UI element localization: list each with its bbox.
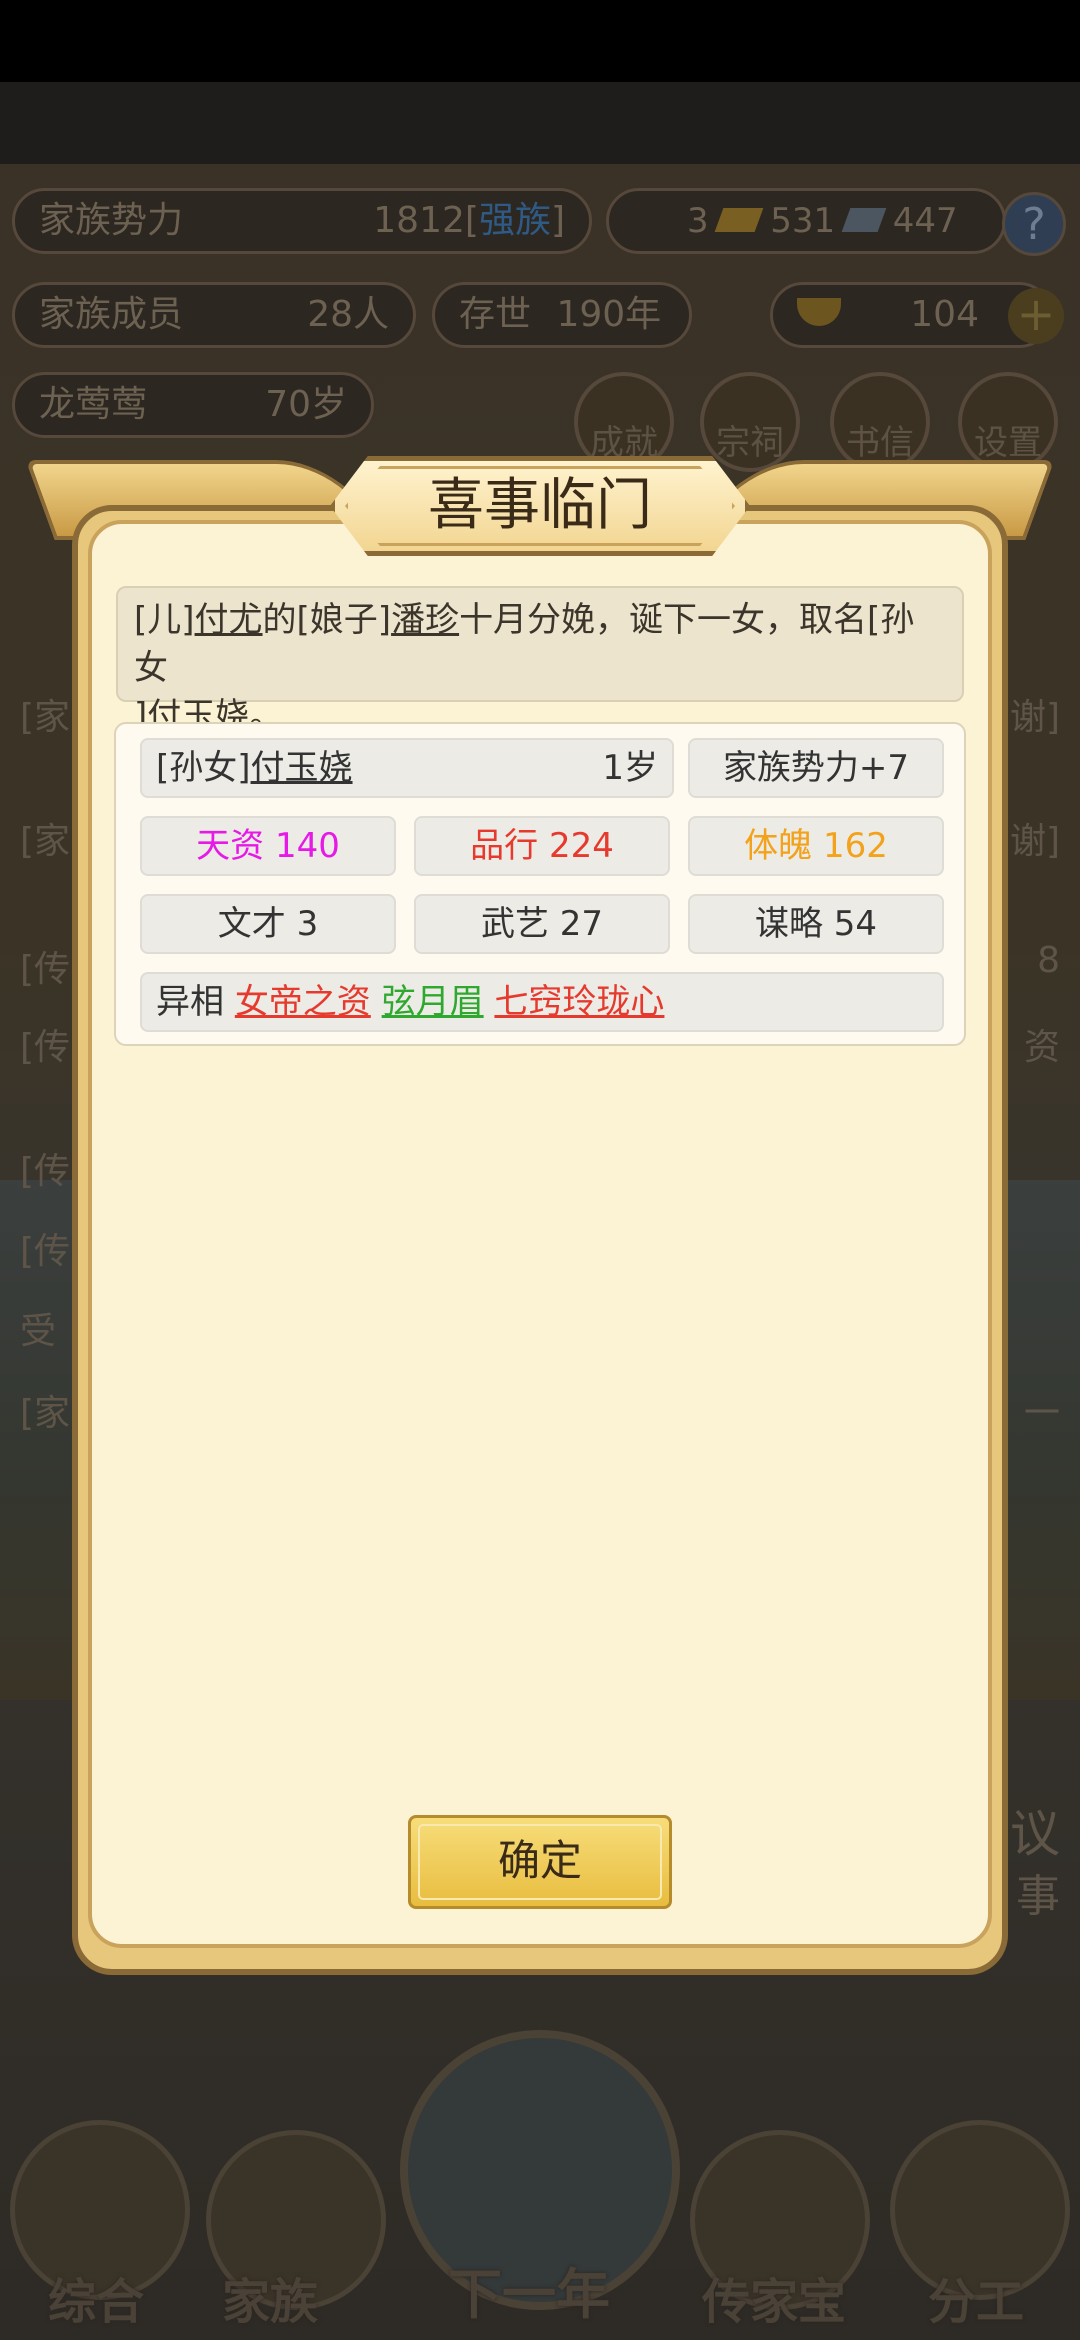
nav-heirloom-label: 传家宝 [702,2274,847,2330]
leader-name: 龙莺莺 [39,384,148,425]
child-relation: [孙女] [156,748,251,788]
traits-label: 异相 [156,982,224,1022]
child-name: 付玉娆 [250,748,353,788]
child-name-cell[interactable]: [孙女]付玉娆 1岁 [140,738,674,798]
resources-panel[interactable]: 3 531 447 [606,188,1006,254]
traits-row: 异相 女帝之资 弦月眉 七窍玲珑心 [140,972,944,1032]
father-name-link[interactable]: 付尤 [195,600,263,640]
nav-family-label: 家族 [222,2274,319,2330]
ingot-icon [797,298,841,326]
event-description: [儿]付尤的[娘子]潘珍十月分娩，诞下一女，取名[孙女]付玉娆。 [116,586,964,736]
members-panel[interactable]: 家族成员 28人 [12,282,416,348]
log-row-right: 资 [1023,1027,1060,1068]
leader-panel[interactable]: 龙莺莺 70岁 [12,372,374,438]
coin-count: 447 [892,201,958,241]
nav-next-year-label: 下一年 [448,2263,610,2326]
exist-panel: 存世 190年 [432,282,692,348]
side-text: 事 [1016,1871,1060,1922]
trait-link[interactable]: 女帝之资 [235,982,371,1022]
stat-strategy: 谋略 54 [688,894,944,954]
log-row-right: 8 [1037,940,1060,981]
members-label: 家族成员 [39,294,184,335]
child-age: 1岁 [602,748,658,788]
silver-count: 531 [770,201,836,241]
stat-martial: 武艺 27 [414,894,670,954]
nav-division-label: 分工 [928,2274,1025,2330]
gold-bar-count: 3 [687,201,709,241]
exist-label: 存世 [459,294,532,335]
confirm-button[interactable]: 确定 [408,1815,672,1909]
family-power-panel[interactable]: 家族势力 1812[强族] [12,188,592,254]
silver-icon [841,208,887,232]
log-row-right: 一 [1023,1393,1060,1434]
mother-name-link[interactable]: 潘珍 [391,600,459,640]
stat-talent: 天资 140 [140,816,396,876]
members-value: 28人 [307,294,389,335]
letters-icon[interactable]: 书信 [830,372,930,472]
top-bar [0,82,1080,164]
stat-literary: 文才 3 [140,894,396,954]
nav-general-label: 综合 [48,2274,145,2330]
leader-age: 70岁 [265,384,347,425]
family-power-label: 家族势力 [39,200,184,241]
exist-value: 190年 [556,294,662,335]
help-icon[interactable]: ? [1002,192,1066,256]
add-ingot-button[interactable]: + [1008,288,1064,344]
dialog-title: 喜事临门 [428,473,652,538]
log-row-right: 谢] [1009,697,1060,738]
settings-icon[interactable]: 设置 [958,372,1058,472]
stat-physique: 体魄 162 [688,816,944,876]
trait-link[interactable]: 弦月眉 [382,982,484,1022]
trait-link[interactable]: 七窍玲珑心 [494,982,664,1022]
family-power-value: 1812 [373,200,465,241]
stat-morality: 品行 224 [414,816,670,876]
log-row-right: 谢] [1009,821,1060,862]
ingot-value: 104 [910,294,979,335]
side-text: 议 [1010,1805,1060,1863]
child-info-card: [孙女]付玉娆 1岁 家族势力+7 天资 140 品行 224 体魄 162 文… [114,722,966,1046]
gold-bar-icon [715,208,764,232]
family-power-bonus: 家族势力+7 [688,738,944,798]
family-power-tag: 强族 [478,200,551,241]
status-bar [0,0,1080,82]
